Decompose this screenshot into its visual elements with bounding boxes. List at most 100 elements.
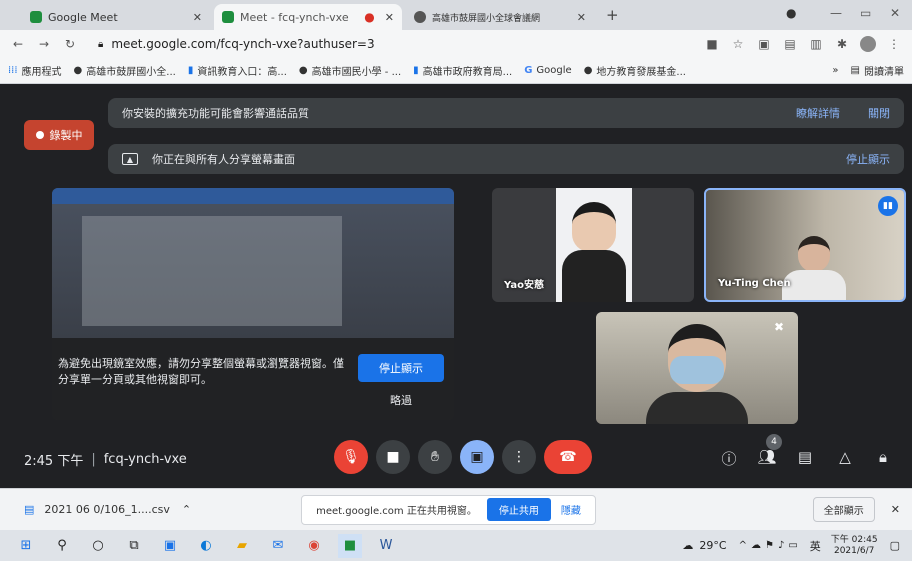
url-field[interactable]: 🔒︎ meet.google.com/fcq-ynch-vxe?authuser… — [88, 33, 694, 55]
stop-presenting-link[interactable]: 停止顯示 — [846, 151, 890, 167]
participant-tile[interactable]: Yao安慈 — [492, 188, 694, 302]
more-bookmarks-icon[interactable]: » — [832, 65, 838, 76]
presentation-tile: 為避免出現鏡室效應，請勿分享整個螢幕或瀏覽器視窗。僅分享單一分頁或其他視窗即可。… — [52, 188, 454, 420]
new-tab-button[interactable]: + — [606, 6, 619, 24]
globe-icon: ● — [73, 65, 83, 76]
chat-icon[interactable]: ▤ — [794, 448, 816, 466]
weather-temp[interactable]: 29°C — [699, 539, 726, 552]
meeting-details-icon[interactable]: ⓘ — [718, 448, 740, 469]
ime-indicator[interactable]: 英 — [810, 538, 821, 554]
word-icon[interactable]: W — [374, 534, 398, 558]
close-tab-icon[interactable]: ✕ — [385, 11, 394, 24]
edge-icon[interactable]: ◐ — [194, 534, 218, 558]
leave-call-button[interactable]: ☎︎ — [544, 440, 592, 474]
extension-icon[interactable]: ▤ — [782, 37, 798, 51]
close-tab-icon[interactable]: ✕ — [193, 11, 202, 24]
separator: | — [91, 452, 96, 467]
meet-favicon-icon — [222, 11, 234, 23]
minimize-icon[interactable]: — — [830, 6, 842, 20]
bookmark-item[interactable]: ● 高雄市國民小學 - ... — [299, 63, 401, 78]
reload-icon[interactable]: ↻ — [62, 37, 78, 51]
puzzle-icon[interactable]: ✱ — [834, 37, 850, 51]
star-icon[interactable]: ☆ — [730, 37, 746, 51]
mail-icon[interactable]: ✉ — [266, 534, 290, 558]
browser-tab-1[interactable]: Google Meet ✕ — [22, 4, 210, 30]
tab-title: Google Meet — [48, 10, 118, 24]
raise-hand-button[interactable]: ✋︎ — [418, 440, 452, 474]
camera-toggle-button[interactable]: ■ — [376, 440, 410, 474]
windows-taskbar: ⊞ ⚲ ○ ⧉ ▣ ◐ ▰ ✉ ◉ ■ W ☁ 29°C ^☁⚑♪▭ 英 下午 … — [0, 530, 912, 561]
more-options-button[interactable]: ⋮ — [502, 440, 536, 474]
download-filename[interactable]: 2021 06 0/106_1....csv — [44, 503, 169, 516]
photos-icon[interactable]: ▣ — [158, 534, 182, 558]
address-bar-row: ← → ↻ 🔒︎ meet.google.com/fcq-ynch-vxe?au… — [0, 30, 912, 58]
people-icon[interactable]: 👥︎ — [756, 448, 778, 466]
menu-icon[interactable]: ⋮ — [886, 37, 902, 51]
file-icon: ▤ — [24, 503, 35, 516]
extension-icon[interactable]: ▣ — [756, 37, 772, 51]
participant-body — [782, 270, 846, 300]
search-icon[interactable]: ⚲ — [50, 534, 74, 558]
clock-date: 2021/6/7 — [833, 545, 875, 556]
present-button[interactable]: ▣ — [460, 440, 494, 474]
mic-toggle-button[interactable]: 🎙︎ — [334, 440, 368, 474]
bookmark-label: 高雄市國民小學 - ... — [311, 67, 402, 78]
start-icon[interactable]: ⊞ — [14, 534, 38, 558]
forward-icon[interactable]: → — [36, 37, 52, 51]
chevron-up-icon[interactable]: ⌃ — [182, 503, 191, 516]
bookmark-item[interactable]: ▮ 資訊教育入口：高... — [188, 63, 287, 78]
file-explorer-icon[interactable]: ▰ — [230, 534, 254, 558]
clock-time: 下午 02:45 — [830, 534, 878, 545]
banner-text: 你安裝的擴充功能可能會影響通話品質 — [122, 107, 309, 120]
bookmark-item[interactable]: ▮ 高雄市政府教育局... — [413, 63, 512, 78]
preview-document — [82, 216, 342, 326]
bookmark-item[interactable]: ● 地方教育發展基金... — [584, 63, 686, 78]
extension-icon[interactable]: ▥ — [808, 37, 824, 51]
stop-showing-button[interactable]: 停止顯示 — [358, 354, 444, 382]
cortana-icon[interactable]: ○ — [86, 534, 110, 558]
meeting-info: 2:45 下午 | fcq-ynch-vxe — [24, 450, 187, 469]
banner-text: 你正在與所有人分享螢幕畫面 — [152, 153, 295, 166]
system-tray-icons[interactable]: ^☁⚑♪▭ — [739, 540, 802, 551]
host-controls-icon[interactable]: 🔒︎ — [872, 448, 894, 466]
participant-body — [562, 250, 626, 302]
bookmark-item[interactable]: G Google — [524, 65, 571, 76]
browser-tab-bar: Google Meet ✕ Meet - fcq-ynch-vxe ● ✕ 高雄… — [0, 0, 912, 30]
window-close-icon[interactable]: ✕ — [890, 6, 900, 20]
camera-indicator-icon[interactable]: ■ — [704, 37, 720, 51]
chrome-icon[interactable]: ◉ — [302, 534, 326, 558]
weather-icon: ☁ — [682, 539, 694, 552]
browser-tab-3[interactable]: 高雄市鼓屏國小全球會議網 ✕ — [406, 4, 594, 30]
avatar[interactable] — [860, 36, 876, 52]
globe-icon: ● — [298, 65, 308, 76]
face-mask — [670, 356, 724, 384]
reading-list[interactable]: ▤ 閱讀清單 — [851, 63, 904, 78]
participant-tile-active[interactable]: ▮▮ Yu-Ting Chen — [704, 188, 906, 302]
dismiss-link[interactable]: 略過 — [358, 392, 444, 408]
bookmark-apps[interactable]: ⁞⁞⁞ 應用程式 — [8, 63, 62, 78]
recording-badge[interactable]: 錄製中 — [24, 120, 94, 150]
bookmark-item[interactable]: ● 高雄市鼓屏國小全... — [74, 63, 176, 78]
close-tab-icon[interactable]: ✕ — [577, 11, 586, 24]
clock[interactable]: 下午 02:45 2021/6/7 — [831, 535, 878, 557]
hide-link[interactable]: 隱藏 — [561, 502, 581, 517]
browser-tab-2[interactable]: Meet - fcq-ynch-vxe ● ✕ — [214, 4, 402, 30]
task-view-icon[interactable]: ⧉ — [122, 534, 146, 558]
sharing-indicator-bar: meet.google.com 正在共用視窗。 停止共用 隱藏 — [301, 494, 596, 525]
maximize-icon[interactable]: ▭ — [860, 6, 871, 20]
recording-dot-icon: ● — [364, 10, 375, 24]
show-all-button[interactable]: 全部顯示 — [812, 497, 875, 522]
close-shelf-icon[interactable]: ✕ — [891, 503, 900, 516]
meet-app-icon[interactable]: ■ — [338, 533, 362, 558]
stop-sharing-button[interactable]: 停止共用 — [486, 498, 551, 521]
back-icon[interactable]: ← — [10, 37, 26, 51]
bookmark-label: 地方教育發展基金... — [596, 67, 686, 78]
learn-more-link[interactable]: 瞭解詳情 — [796, 105, 840, 121]
tab-search-icon[interactable]: ● — [786, 6, 796, 20]
participant-tile[interactable]: ✖ — [596, 312, 798, 424]
preview-titlebar — [52, 188, 454, 204]
activities-icon[interactable]: △ — [834, 448, 856, 466]
notifications-icon[interactable]: ▢ — [890, 539, 900, 552]
reading-list-icon: ▤ — [850, 65, 860, 76]
close-banner-button[interactable]: 關閉 — [868, 105, 890, 121]
